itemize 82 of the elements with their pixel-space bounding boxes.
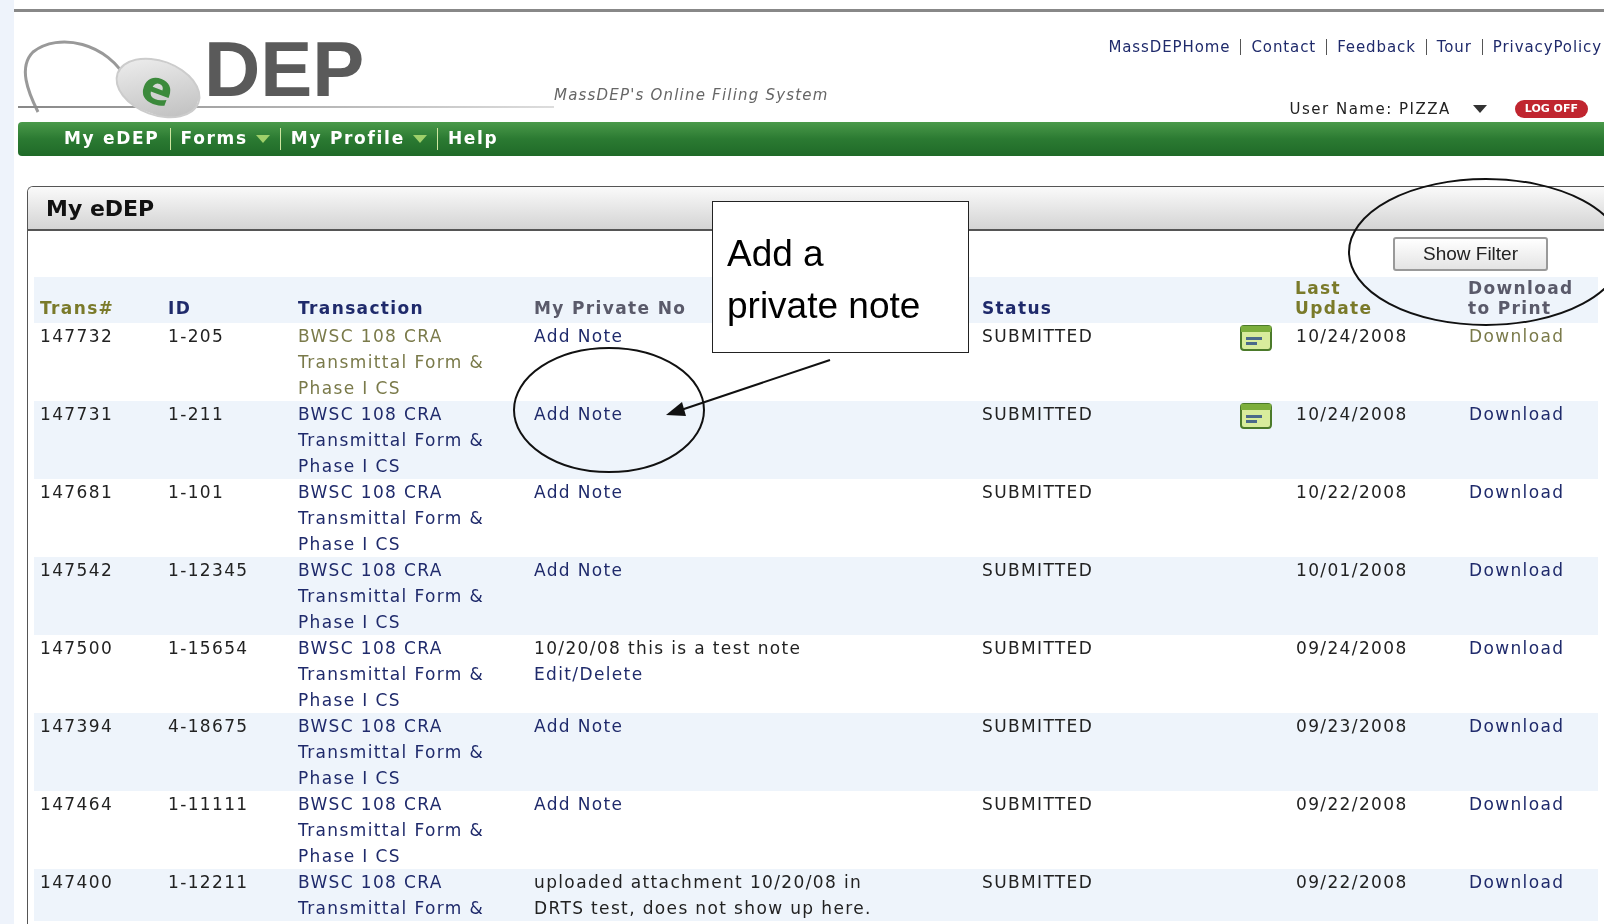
column-header: Transaction (298, 298, 425, 318)
caret-icon (1472, 104, 1487, 113)
status-cell: SUBMITTED (982, 326, 1094, 346)
column-header: Trans# (40, 298, 115, 318)
column-header: Last Update (1295, 278, 1374, 318)
status-cell: SUBMITTED (982, 638, 1094, 658)
callout-text: Add a private note (727, 232, 922, 328)
column-header: My Private No (534, 298, 687, 318)
download-link[interactable]: Download (1469, 404, 1565, 424)
transaction-link[interactable]: BWSC 108 CRA Transmittal Form & Phase I CS (298, 713, 530, 791)
add-note-link[interactable]: Add Note (534, 323, 624, 349)
table-cell: 147400 (40, 872, 114, 892)
transaction-link[interactable]: BWSC 108 CRA Transmittal Form & Phase I CS (298, 791, 530, 869)
logoff-button[interactable]: LOG OFF (1514, 99, 1588, 118)
download-link[interactable]: Download (1469, 326, 1565, 346)
table-cell: 1-211 (168, 404, 225, 424)
date-cell: 09/24/2008 (1296, 638, 1408, 658)
download-link[interactable]: Download (1469, 560, 1565, 580)
note-icon[interactable] (1240, 325, 1272, 351)
transaction-link[interactable]: BWSC 108 CRA Transmittal Form & Phase I CS (298, 635, 530, 713)
tagline: MassDEP's Online Filing System (554, 84, 829, 106)
top-link[interactable]: Tour (1436, 36, 1472, 59)
table-cell: 147681 (40, 482, 114, 502)
download-link[interactable]: Download (1469, 638, 1565, 658)
column-header: Download to Print (1468, 278, 1575, 318)
transaction-link[interactable]: BWSC 108 CRA Transmittal Form & Phase I CS (298, 557, 530, 635)
status-cell: SUBMITTED (982, 716, 1094, 736)
note-text: 10/20/08 this is a test note (534, 637, 802, 660)
status-cell: SUBMITTED (982, 872, 1094, 892)
add-note-link[interactable]: Add Note (534, 791, 624, 817)
download-link[interactable]: Download (1469, 794, 1565, 814)
table-cell: 147394 (40, 716, 114, 736)
table-cell: 1-205 (168, 326, 225, 346)
transaction-link[interactable]: BWSC 108 CRA Transmittal Form & (298, 869, 530, 921)
column-header: Status (982, 298, 1053, 318)
top-link[interactable]: MassDEPHome (1108, 36, 1231, 59)
transaction-link[interactable]: BWSC 108 CRA Transmittal Form & Phase I CS (298, 401, 530, 479)
note-icon[interactable] (1240, 403, 1272, 429)
status-cell: SUBMITTED (982, 560, 1094, 580)
table-cell: 1-12345 (168, 560, 249, 580)
top-link[interactable]: Contact (1251, 36, 1317, 59)
table-cell: 147500 (40, 638, 114, 658)
edit-delete-link[interactable]: Edit/Delete (534, 661, 644, 687)
table-cell: 4-18675 (168, 716, 249, 736)
user-menu[interactable]: User Name: PIZZA (1289, 97, 1487, 120)
status-cell: SUBMITTED (982, 404, 1094, 424)
dropdown-caret-icon (412, 135, 427, 143)
table-cell: 1-12211 (168, 872, 249, 892)
note-text: uploaded attachment 10/20/08 in DRTS test, does not show up here. (534, 871, 873, 920)
table-cell: 147732 (40, 326, 114, 346)
add-note-link[interactable]: Add Note (534, 713, 624, 739)
download-link[interactable]: Download (1469, 716, 1565, 736)
date-cell: 10/22/2008 (1296, 482, 1408, 502)
status-cell: SUBMITTED (982, 482, 1094, 502)
table-cell: 1-15654 (168, 638, 249, 658)
date-cell: 09/22/2008 (1296, 794, 1408, 814)
column-header: ID (168, 298, 192, 318)
status-cell: SUBMITTED (982, 794, 1094, 814)
dropdown-caret-icon (255, 135, 270, 143)
transaction-link[interactable]: BWSC 108 CRA Transmittal Form & Phase I CS (298, 323, 530, 401)
download-link[interactable]: Download (1469, 482, 1565, 502)
add-note-link[interactable]: Add Note (534, 401, 624, 427)
download-link[interactable]: Download (1469, 872, 1565, 892)
add-note-link[interactable]: Add Note (534, 479, 624, 505)
nav-item[interactable]: Help (447, 126, 499, 152)
top-link[interactable]: PrivacyPolicy (1492, 36, 1602, 59)
table-cell: 1-11111 (168, 794, 249, 814)
add-note-link[interactable]: Add Note (534, 557, 624, 583)
date-cell: 10/01/2008 (1296, 560, 1408, 580)
date-cell: 10/24/2008 (1296, 326, 1408, 346)
date-cell: 09/22/2008 (1296, 872, 1408, 892)
date-cell: 09/23/2008 (1296, 716, 1408, 736)
top-link[interactable]: Feedback (1337, 36, 1416, 59)
date-cell: 10/24/2008 (1296, 404, 1408, 424)
table-cell: 1-101 (168, 482, 225, 502)
panel-title: My eDEP (46, 194, 155, 223)
table-cell: 147731 (40, 404, 114, 424)
show-filter-button[interactable]: Show Filter (1392, 237, 1548, 271)
transaction-link[interactable]: BWSC 108 CRA Transmittal Form & Phase I CS (298, 479, 530, 557)
nav-item[interactable]: My Profile (290, 126, 427, 152)
table-cell: 147464 (40, 794, 114, 814)
table-cell: 147542 (40, 560, 114, 580)
